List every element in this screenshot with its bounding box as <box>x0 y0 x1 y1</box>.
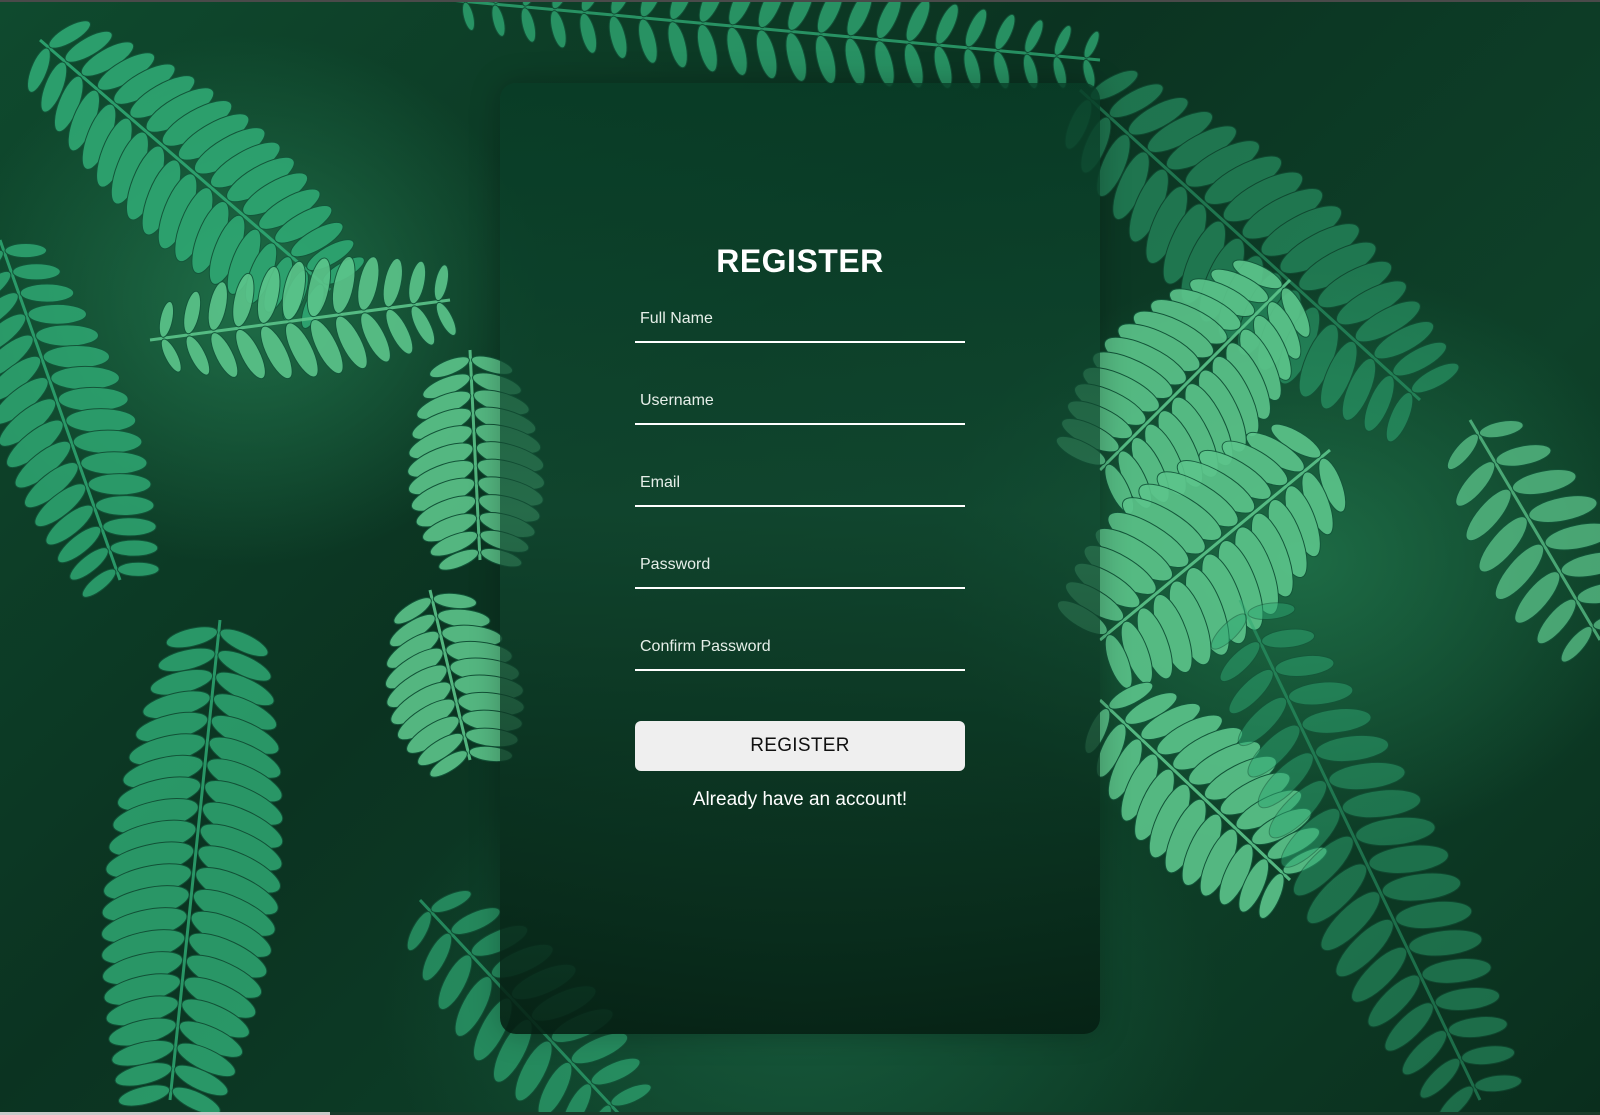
register-card: REGISTER REGISTER Already have an accoun… <box>500 83 1100 1034</box>
full-name-field <box>635 297 965 343</box>
email-field <box>635 461 965 507</box>
login-link[interactable]: Already have an account! <box>500 789 1100 811</box>
password-field <box>635 543 965 589</box>
form-title: REGISTER <box>716 243 884 279</box>
password-input[interactable] <box>635 543 965 587</box>
confirm-password-field <box>635 625 965 671</box>
email-input[interactable] <box>635 461 965 505</box>
username-field <box>635 379 965 425</box>
window-top-border <box>0 0 1600 2</box>
confirm-password-input[interactable] <box>635 625 965 669</box>
full-name-input[interactable] <box>635 297 965 341</box>
register-button[interactable]: REGISTER <box>635 721 965 771</box>
username-input[interactable] <box>635 379 965 423</box>
